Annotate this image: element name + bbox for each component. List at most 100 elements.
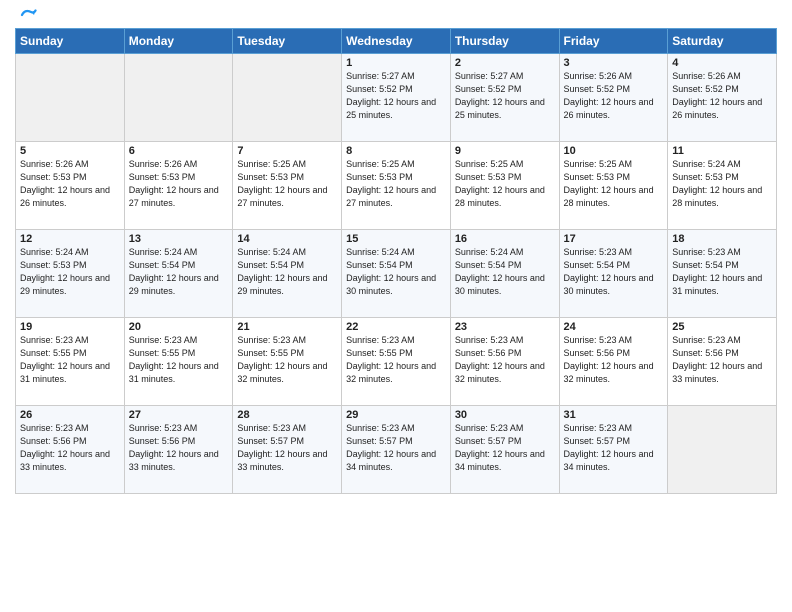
calendar-week-row: 1Sunrise: 5:27 AM Sunset: 5:52 PM Daylig… (16, 54, 777, 142)
day-number: 29 (346, 409, 446, 421)
calendar-cell: 7Sunrise: 5:25 AM Sunset: 5:53 PM Daylig… (233, 142, 342, 230)
day-info: Sunrise: 5:23 AM Sunset: 5:55 PM Dayligh… (129, 334, 229, 386)
calendar-cell: 17Sunrise: 5:23 AM Sunset: 5:54 PM Dayli… (559, 230, 668, 318)
calendar-header-row: SundayMondayTuesdayWednesdayThursdayFrid… (16, 29, 777, 54)
calendar-cell (16, 54, 125, 142)
header-cell-wednesday: Wednesday (342, 29, 451, 54)
day-info: Sunrise: 5:26 AM Sunset: 5:52 PM Dayligh… (672, 70, 772, 122)
day-number: 16 (455, 233, 555, 245)
day-number: 27 (129, 409, 229, 421)
day-number: 18 (672, 233, 772, 245)
calendar-cell: 2Sunrise: 5:27 AM Sunset: 5:52 PM Daylig… (450, 54, 559, 142)
day-info: Sunrise: 5:23 AM Sunset: 5:55 PM Dayligh… (237, 334, 337, 386)
day-info: Sunrise: 5:26 AM Sunset: 5:53 PM Dayligh… (20, 158, 120, 210)
logo (15, 14, 37, 24)
calendar-cell: 27Sunrise: 5:23 AM Sunset: 5:56 PM Dayli… (124, 406, 233, 494)
calendar-cell: 22Sunrise: 5:23 AM Sunset: 5:55 PM Dayli… (342, 318, 451, 406)
calendar-cell: 18Sunrise: 5:23 AM Sunset: 5:54 PM Dayli… (668, 230, 777, 318)
calendar-cell: 12Sunrise: 5:24 AM Sunset: 5:53 PM Dayli… (16, 230, 125, 318)
day-info: Sunrise: 5:23 AM Sunset: 5:54 PM Dayligh… (564, 246, 664, 298)
calendar-body: 1Sunrise: 5:27 AM Sunset: 5:52 PM Daylig… (16, 54, 777, 494)
day-number: 14 (237, 233, 337, 245)
day-info: Sunrise: 5:25 AM Sunset: 5:53 PM Dayligh… (237, 158, 337, 210)
calendar-cell: 25Sunrise: 5:23 AM Sunset: 5:56 PM Dayli… (668, 318, 777, 406)
day-info: Sunrise: 5:24 AM Sunset: 5:53 PM Dayligh… (20, 246, 120, 298)
day-info: Sunrise: 5:23 AM Sunset: 5:54 PM Dayligh… (672, 246, 772, 298)
calendar-cell: 4Sunrise: 5:26 AM Sunset: 5:52 PM Daylig… (668, 54, 777, 142)
calendar-cell: 23Sunrise: 5:23 AM Sunset: 5:56 PM Dayli… (450, 318, 559, 406)
calendar-table: SundayMondayTuesdayWednesdayThursdayFrid… (15, 28, 777, 494)
day-number: 3 (564, 57, 664, 69)
day-info: Sunrise: 5:23 AM Sunset: 5:55 PM Dayligh… (346, 334, 446, 386)
calendar-cell: 13Sunrise: 5:24 AM Sunset: 5:54 PM Dayli… (124, 230, 233, 318)
day-info: Sunrise: 5:24 AM Sunset: 5:54 PM Dayligh… (237, 246, 337, 298)
calendar-week-row: 5Sunrise: 5:26 AM Sunset: 5:53 PM Daylig… (16, 142, 777, 230)
header-cell-thursday: Thursday (450, 29, 559, 54)
day-number: 13 (129, 233, 229, 245)
day-info: Sunrise: 5:23 AM Sunset: 5:56 PM Dayligh… (672, 334, 772, 386)
day-info: Sunrise: 5:23 AM Sunset: 5:57 PM Dayligh… (346, 422, 446, 474)
calendar-week-row: 19Sunrise: 5:23 AM Sunset: 5:55 PM Dayli… (16, 318, 777, 406)
calendar-header: SundayMondayTuesdayWednesdayThursdayFrid… (16, 29, 777, 54)
day-info: Sunrise: 5:23 AM Sunset: 5:57 PM Dayligh… (455, 422, 555, 474)
day-number: 12 (20, 233, 120, 245)
calendar-cell: 3Sunrise: 5:26 AM Sunset: 5:52 PM Daylig… (559, 54, 668, 142)
day-info: Sunrise: 5:27 AM Sunset: 5:52 PM Dayligh… (455, 70, 555, 122)
day-number: 26 (20, 409, 120, 421)
day-number: 30 (455, 409, 555, 421)
calendar-cell: 14Sunrise: 5:24 AM Sunset: 5:54 PM Dayli… (233, 230, 342, 318)
calendar-cell: 20Sunrise: 5:23 AM Sunset: 5:55 PM Dayli… (124, 318, 233, 406)
header-cell-saturday: Saturday (668, 29, 777, 54)
calendar-cell: 30Sunrise: 5:23 AM Sunset: 5:57 PM Dayli… (450, 406, 559, 494)
day-info: Sunrise: 5:23 AM Sunset: 5:56 PM Dayligh… (129, 422, 229, 474)
header-cell-monday: Monday (124, 29, 233, 54)
day-info: Sunrise: 5:24 AM Sunset: 5:53 PM Dayligh… (672, 158, 772, 210)
calendar-week-row: 26Sunrise: 5:23 AM Sunset: 5:56 PM Dayli… (16, 406, 777, 494)
day-info: Sunrise: 5:23 AM Sunset: 5:56 PM Dayligh… (564, 334, 664, 386)
day-info: Sunrise: 5:26 AM Sunset: 5:52 PM Dayligh… (564, 70, 664, 122)
day-number: 15 (346, 233, 446, 245)
day-info: Sunrise: 5:26 AM Sunset: 5:53 PM Dayligh… (129, 158, 229, 210)
calendar-cell: 24Sunrise: 5:23 AM Sunset: 5:56 PM Dayli… (559, 318, 668, 406)
day-info: Sunrise: 5:23 AM Sunset: 5:55 PM Dayligh… (20, 334, 120, 386)
day-number: 22 (346, 321, 446, 333)
day-number: 25 (672, 321, 772, 333)
day-info: Sunrise: 5:27 AM Sunset: 5:52 PM Dayligh… (346, 70, 446, 122)
header-cell-tuesday: Tuesday (233, 29, 342, 54)
day-number: 7 (237, 145, 337, 157)
day-info: Sunrise: 5:24 AM Sunset: 5:54 PM Dayligh… (455, 246, 555, 298)
day-number: 8 (346, 145, 446, 157)
day-number: 19 (20, 321, 120, 333)
day-info: Sunrise: 5:23 AM Sunset: 5:57 PM Dayligh… (237, 422, 337, 474)
day-number: 23 (455, 321, 555, 333)
calendar-cell: 16Sunrise: 5:24 AM Sunset: 5:54 PM Dayli… (450, 230, 559, 318)
day-number: 31 (564, 409, 664, 421)
day-number: 28 (237, 409, 337, 421)
calendar-cell: 21Sunrise: 5:23 AM Sunset: 5:55 PM Dayli… (233, 318, 342, 406)
calendar-week-row: 12Sunrise: 5:24 AM Sunset: 5:53 PM Dayli… (16, 230, 777, 318)
calendar-cell: 9Sunrise: 5:25 AM Sunset: 5:53 PM Daylig… (450, 142, 559, 230)
day-number: 10 (564, 145, 664, 157)
header-cell-friday: Friday (559, 29, 668, 54)
day-info: Sunrise: 5:25 AM Sunset: 5:53 PM Dayligh… (564, 158, 664, 210)
day-info: Sunrise: 5:23 AM Sunset: 5:56 PM Dayligh… (20, 422, 120, 474)
day-number: 21 (237, 321, 337, 333)
calendar-cell: 6Sunrise: 5:26 AM Sunset: 5:53 PM Daylig… (124, 142, 233, 230)
day-number: 24 (564, 321, 664, 333)
calendar-cell (668, 406, 777, 494)
day-number: 11 (672, 145, 772, 157)
calendar-cell: 8Sunrise: 5:25 AM Sunset: 5:53 PM Daylig… (342, 142, 451, 230)
day-info: Sunrise: 5:24 AM Sunset: 5:54 PM Dayligh… (129, 246, 229, 298)
calendar-cell: 5Sunrise: 5:26 AM Sunset: 5:53 PM Daylig… (16, 142, 125, 230)
day-number: 6 (129, 145, 229, 157)
header (15, 10, 777, 24)
day-info: Sunrise: 5:23 AM Sunset: 5:57 PM Dayligh… (564, 422, 664, 474)
day-info: Sunrise: 5:24 AM Sunset: 5:54 PM Dayligh… (346, 246, 446, 298)
logo-icon (19, 6, 37, 24)
calendar-cell: 11Sunrise: 5:24 AM Sunset: 5:53 PM Dayli… (668, 142, 777, 230)
day-number: 17 (564, 233, 664, 245)
day-info: Sunrise: 5:25 AM Sunset: 5:53 PM Dayligh… (455, 158, 555, 210)
calendar-cell (124, 54, 233, 142)
day-info: Sunrise: 5:25 AM Sunset: 5:53 PM Dayligh… (346, 158, 446, 210)
day-number: 2 (455, 57, 555, 69)
